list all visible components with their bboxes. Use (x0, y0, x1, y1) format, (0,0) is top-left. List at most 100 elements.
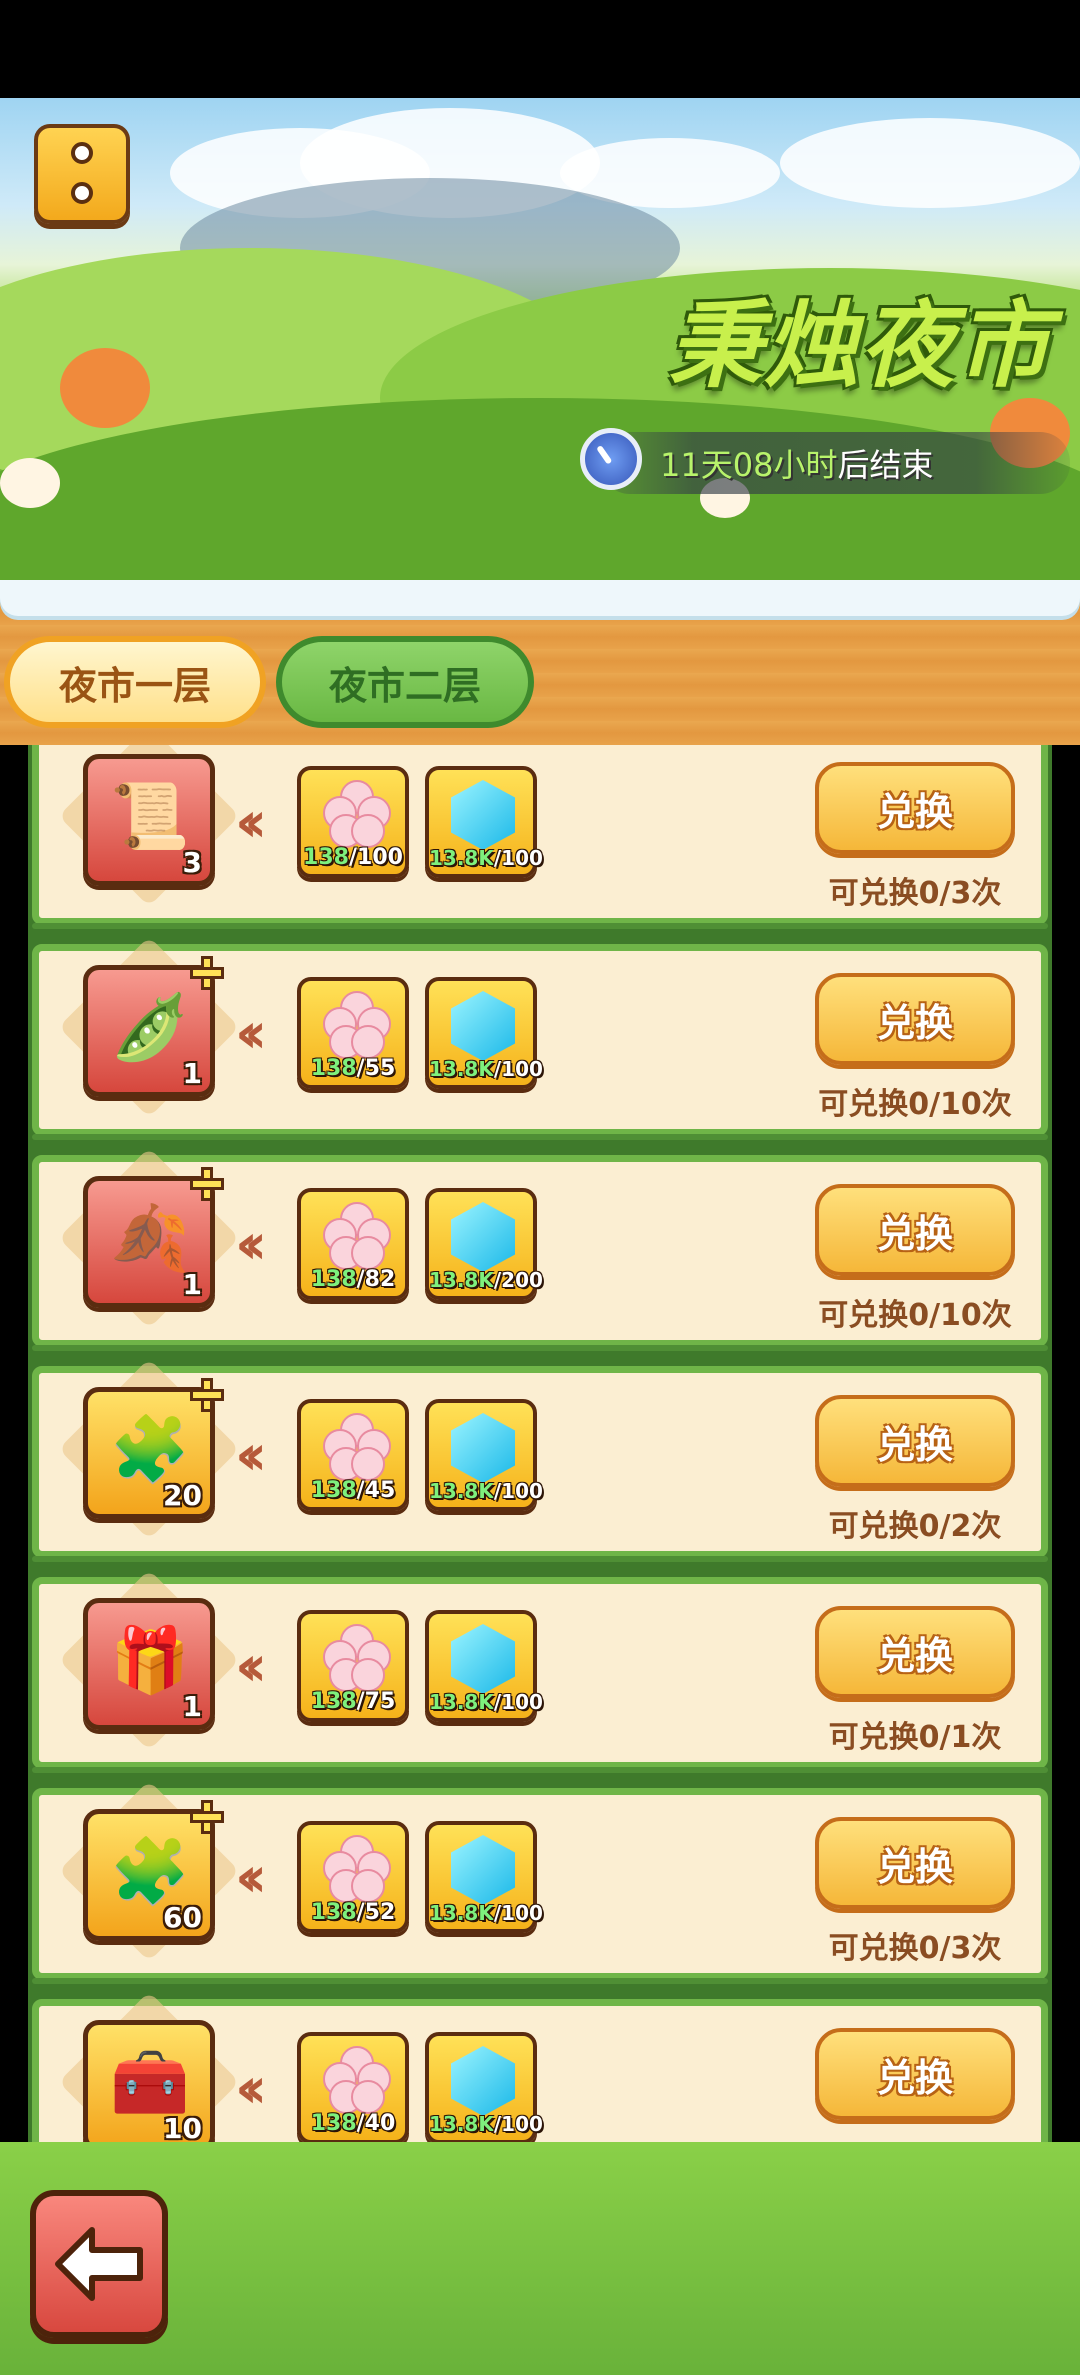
gem-required: /200 (493, 1268, 543, 1292)
exchange-limit: 可兑换0/3次 (828, 1931, 1002, 1966)
flower-owned: 138 (310, 1267, 357, 1292)
item-count: 60 (163, 1901, 202, 1934)
blue-gem-icon (451, 1624, 515, 1694)
exchange-limit: 可兑换0/3次 (828, 876, 1002, 911)
flower-cost-text: 138/52 (301, 1900, 405, 1925)
plus-badge-icon (190, 1378, 224, 1412)
blue-gem-icon (451, 1835, 515, 1905)
gem-owned: 13.8K (429, 1901, 494, 1925)
flower-cost-text: 138/45 (301, 1478, 405, 1503)
gem-required: /100 (493, 1057, 543, 1081)
gem-cost[interactable]: 13.8K/200 (425, 1188, 543, 1300)
item-count: 10 (163, 2112, 202, 2142)
gem-cost-text: 13.8K/100 (429, 1901, 543, 1925)
gem-cost-text: 13.8K/100 (429, 1690, 543, 1714)
reward-item[interactable]: 🍂 1 (83, 1167, 224, 1308)
exchange-list[interactable]: 📜 3 ‹‹ 138/100 13.8K/100 兑换 可兑换0/3次 🫛 1 ‹‹ 138/55 1… (28, 745, 1052, 2142)
gem-required: /100 (493, 846, 543, 870)
gem-cost-text: 13.8K/100 (429, 2112, 543, 2136)
gem-cost[interactable]: 13.8K/100 (425, 977, 543, 1089)
menu-button[interactable] (34, 124, 130, 224)
item-count: 1 (182, 1057, 202, 1090)
blue-gem-icon (451, 991, 515, 1061)
amber-shard-icon: 🍂 (110, 1202, 190, 1276)
flower-owned: 138 (303, 845, 349, 870)
gem-required: /100 (493, 1479, 543, 1503)
flower-owned: 138 (310, 1478, 357, 1503)
plus-badge-icon (190, 1800, 224, 1834)
clock-icon (580, 428, 642, 490)
tab-night-market-floor-2[interactable]: 夜市二层 (276, 636, 534, 728)
scroll-icon: 📜 (110, 780, 190, 854)
gem-cost[interactable]: 13.8K/100 (425, 2032, 543, 2142)
gem-owned: 13.8K (429, 1268, 494, 1292)
flower-cost[interactable]: 138/100 (297, 766, 409, 878)
cherry-blossom-icon (323, 991, 391, 1059)
double-chevron-left-icon: ‹‹ (235, 1423, 267, 1488)
exchange-row: 🧩 20 ‹‹ 138/45 13.8K/100 兑换可兑换0/2次 (32, 1358, 1048, 1562)
flower-cost[interactable]: 138/55 (297, 977, 409, 1089)
gem-cost[interactable]: 13.8K/100 (425, 1610, 543, 1722)
gem-owned: 13.8K (429, 1057, 494, 1081)
cherry-blossom-icon (323, 780, 391, 848)
exchange-limit: 可兑换0/1次 (828, 1720, 1002, 1755)
gem-cost-text: 13.8K/100 (429, 846, 543, 870)
flower-required: /40 (356, 2111, 396, 2136)
reward-item[interactable]: 🎁 1 (83, 1598, 215, 1730)
gem-cost-text: 13.8K/100 (429, 1057, 543, 1081)
flower-cost-text: 138/82 (301, 1267, 405, 1292)
back-button[interactable] (30, 2190, 168, 2338)
flower-cost[interactable]: 138/40 (297, 2032, 409, 2142)
double-chevron-left-icon: ‹‹ (235, 1845, 267, 1910)
exchange-button[interactable]: 兑换 (815, 1606, 1015, 1698)
flower-cost-text: 138/75 (301, 1689, 405, 1714)
double-chevron-left-icon: ‹‹ (235, 2056, 267, 2121)
exchange-limit: 可兑换0/2次 (828, 1509, 1002, 1544)
exchange-button[interactable]: 兑换 (815, 973, 1015, 1065)
exchange-limit: 可兑换0/10次 (818, 1298, 1012, 1333)
timer-remaining: 11天08小时 (660, 446, 838, 484)
exchange-button[interactable]: 兑换 (815, 762, 1015, 854)
reward-item[interactable]: 🧰 10 (83, 2020, 215, 2142)
flower-owned: 138 (310, 1056, 357, 1081)
flower-cost[interactable]: 138/82 (297, 1188, 409, 1300)
exchange-row: 🍂 1 ‹‹ 138/82 13.8K/200 兑换 可兑换0/10次 (32, 1147, 1048, 1351)
reward-item[interactable]: 🫛 1 (83, 956, 224, 1097)
flower-required: /55 (356, 1056, 396, 1081)
gem-cost[interactable]: 13.8K/100 (425, 766, 543, 878)
blue-gem-icon (451, 2046, 515, 2116)
item-count: 1 (182, 1268, 202, 1301)
flower-cost-text: 138/100 (301, 845, 405, 870)
plus-badge-icon (190, 1167, 224, 1201)
reward-item[interactable]: 📜 3 (83, 754, 215, 886)
flower-cost[interactable]: 138/75 (297, 1610, 409, 1722)
gem-cost[interactable]: 13.8K/100 (425, 1399, 543, 1511)
cherry-blossom-icon (323, 2046, 391, 2114)
gem-cost[interactable]: 13.8K/100 (425, 1821, 543, 1933)
double-chevron-left-icon: ‹‹ (235, 1001, 267, 1066)
menu-dot-icon (71, 142, 93, 164)
flower-cost[interactable]: 138/52 (297, 1821, 409, 1933)
tab-night-market-floor-1[interactable]: 夜市一层 (4, 636, 266, 728)
item-count: 20 (163, 1479, 202, 1512)
gem-required: /100 (493, 1690, 543, 1714)
cherry-blossom-icon (323, 1413, 391, 1481)
event-title: 秉烛夜市 (667, 291, 1052, 401)
flower-owned: 138 (310, 1689, 357, 1714)
double-chevron-left-icon: ‹‹ (235, 1212, 267, 1277)
flower-owned: 138 (310, 1900, 357, 1925)
double-chevron-left-icon: ‹‹ (235, 1634, 267, 1699)
flower-cost[interactable]: 138/45 (297, 1399, 409, 1511)
reward-item[interactable]: 🧩 60 (83, 1800, 224, 1941)
gem-owned: 13.8K (429, 1479, 494, 1503)
exchange-button[interactable]: 兑换 (815, 2028, 1015, 2120)
exchange-button[interactable]: 兑换 (815, 1395, 1015, 1487)
blue-gem-icon (451, 1413, 515, 1483)
exchange-row: 🫛 1 ‹‹ 138/55 13.8K/100 兑换 可兑换0/10次 (32, 936, 1048, 1140)
exchange-button[interactable]: 兑换 (815, 1817, 1015, 1909)
back-arrow-icon (55, 2227, 143, 2301)
exchange-button[interactable]: 兑换 (815, 1184, 1015, 1276)
double-chevron-left-icon: ‹‹ (235, 790, 267, 855)
reward-item[interactable]: 🧩 20 (83, 1378, 224, 1519)
flower-required: /75 (356, 1689, 396, 1714)
